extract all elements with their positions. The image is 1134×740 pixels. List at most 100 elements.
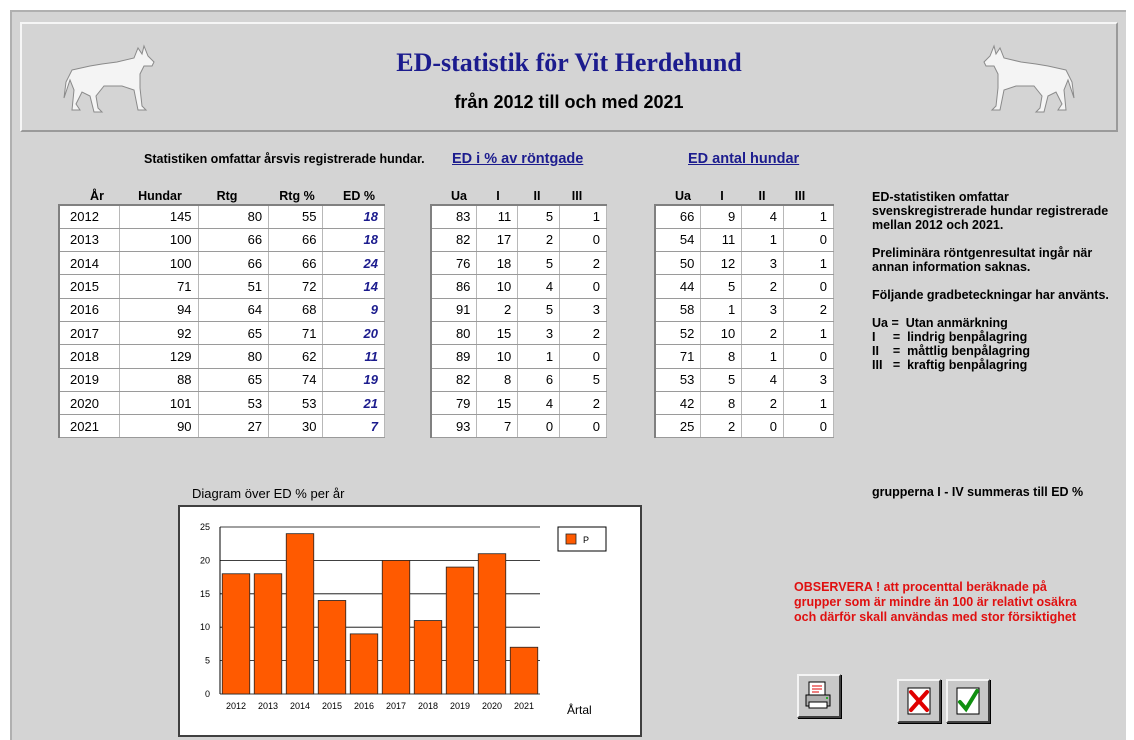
- table-cell: 42: [655, 391, 702, 416]
- registration-table: 2012 145 80 55 18 2013 100 66 66 18 2014 100 66 66 24 2…: [58, 204, 385, 439]
- chart-caption: Diagram över ED % per år: [192, 486, 345, 501]
- table-cell: 44: [655, 274, 702, 299]
- table-cell: 1: [783, 391, 834, 416]
- table-cell: 3: [741, 298, 784, 322]
- table-cell: 65: [198, 368, 270, 392]
- table-cell: 14: [322, 274, 385, 299]
- table-row: 2016 94 64 68 9: [59, 298, 385, 322]
- table-cell: 2: [741, 321, 784, 346]
- table-cell: 129: [119, 344, 199, 369]
- table-row: 82 8 6 5: [431, 368, 607, 392]
- grade-legend-line: Ua = Utan anmärkning: [872, 316, 1008, 330]
- x-axis-label: Årtal: [567, 702, 592, 717]
- table-cell: 86: [431, 274, 478, 299]
- chart-bar: [445, 566, 475, 695]
- table-cell: 80: [431, 321, 478, 346]
- table-cell: 89: [431, 344, 478, 369]
- y-tick-label: 15: [200, 589, 210, 599]
- table-cell: 8: [476, 368, 519, 392]
- table-cell: 66: [268, 228, 324, 253]
- table-cell: 76: [431, 251, 478, 276]
- ed-percent-title: ED i % av röntgade: [452, 151, 584, 167]
- table-cell: 2: [700, 414, 743, 439]
- table-cell: 25: [655, 414, 702, 439]
- table-cell: 9: [700, 205, 743, 229]
- red-x-icon: [907, 687, 931, 715]
- cancel-button[interactable]: [897, 679, 941, 723]
- table-row: 86 10 4 0: [431, 274, 607, 299]
- col-header-cnt-ii: II: [758, 189, 766, 203]
- page-title: ED-statistik för Vit Herdehund: [396, 48, 742, 77]
- col-header-cnt-i: I: [720, 189, 724, 203]
- info-preliminary-text: Preliminära röntgenresultat ingår när an…: [872, 246, 1093, 274]
- table-cell: 53: [198, 391, 270, 416]
- warning-text: OBSERVERA ! att procenttal beräknade på …: [794, 580, 1077, 624]
- col-header-ed-pct: ED %: [343, 189, 375, 203]
- x-tick-label: 2017: [386, 701, 406, 711]
- table-cell: 145: [119, 205, 199, 229]
- table-cell: 2: [559, 251, 607, 276]
- table-cell: 0: [783, 274, 834, 299]
- table-cell: 66: [198, 228, 270, 253]
- table-cell: 1: [741, 228, 784, 253]
- x-tick-label: 2014: [290, 701, 310, 711]
- table-cell: 2013: [59, 228, 120, 253]
- table-row: 53 5 4 3: [655, 368, 834, 392]
- chart-bar: [317, 600, 347, 695]
- ok-button[interactable]: [946, 679, 990, 723]
- table-row: 2012 145 80 55 18: [59, 205, 385, 229]
- table-row: 83 11 5 1: [431, 205, 607, 229]
- print-button[interactable]: [797, 674, 841, 718]
- chart-bar: [221, 573, 251, 695]
- info-grades-text: Följande gradbeteckningar har använts.: [872, 288, 1109, 302]
- table-cell: 2: [476, 298, 519, 322]
- chart-bar: [381, 560, 411, 695]
- col-header-rtg: Rtg: [216, 189, 238, 203]
- table-row: 50 12 3 1: [655, 251, 834, 276]
- table-cell: 100: [119, 251, 199, 276]
- x-tick-label: 2018: [418, 701, 438, 711]
- ed-chart: 0 5 10 15 20 25 2012 2013 2014 2015 2016 2017 2018 20…: [178, 505, 642, 737]
- chart-legend: [557, 526, 607, 552]
- table-cell: 7: [476, 414, 519, 439]
- table-row: 2018 129 80 62 11: [59, 344, 385, 369]
- page-subtitle: från 2012 till och med 2021: [454, 92, 684, 112]
- table-cell: 30: [268, 414, 324, 439]
- table-cell: 101: [119, 391, 199, 416]
- table-cell: 65: [198, 321, 270, 346]
- table-cell: 2016: [59, 298, 120, 322]
- table-row: 54 11 1 0: [655, 228, 834, 253]
- grade-legend-line: II = måttlig benpålagring: [872, 344, 1031, 358]
- table-cell: 0: [741, 414, 784, 439]
- sum-note: grupperna I - IV summeras till ED %: [872, 485, 1084, 499]
- table-cell: 82: [431, 368, 478, 392]
- table-cell: 24: [322, 251, 385, 276]
- table-cell: 17: [476, 228, 519, 253]
- table-row: 2017 92 65 71 20: [59, 321, 385, 346]
- green-check-icon: [956, 687, 980, 715]
- table-row: 2014 100 66 66 24: [59, 251, 385, 276]
- col-header-dogs: Hundar: [138, 189, 182, 203]
- chart-bar: [509, 646, 539, 695]
- table-cell: 2: [741, 274, 784, 299]
- col-header-year: År: [90, 189, 104, 203]
- table-cell: 53: [268, 391, 324, 416]
- table-cell: 88: [119, 368, 199, 392]
- legend-swatch: [565, 533, 577, 545]
- table-cell: 90: [119, 414, 199, 439]
- table-row: 71 8 1 0: [655, 344, 834, 369]
- table-cell: 3: [783, 368, 834, 392]
- table-row: 2019 88 65 74 19: [59, 368, 385, 392]
- table-cell: 2017: [59, 321, 120, 346]
- table-cell: 58: [655, 298, 702, 322]
- table-cell: 64: [198, 298, 270, 322]
- table-row: 79 15 4 2: [431, 391, 607, 416]
- table-cell: 51: [198, 274, 270, 299]
- x-tick-label: 2015: [322, 701, 342, 711]
- table-cell: 66: [268, 251, 324, 276]
- table-cell: 1: [517, 344, 561, 369]
- table-cell: 18: [322, 228, 385, 253]
- table-cell: 0: [559, 344, 607, 369]
- table-cell: 91: [431, 298, 478, 322]
- chart-bar: [349, 633, 379, 695]
